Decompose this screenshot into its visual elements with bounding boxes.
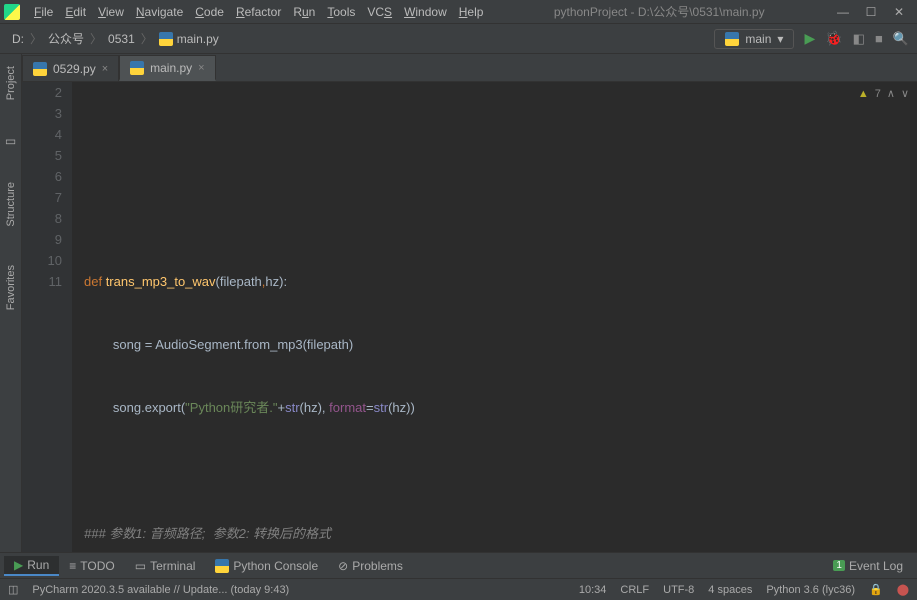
- window-title: pythonProject - D:\公众号\0531\main.py: [489, 3, 829, 20]
- close-icon[interactable]: ✕: [893, 6, 905, 18]
- maximize-icon[interactable]: ☐: [865, 6, 877, 18]
- menu-tools[interactable]: Tools: [321, 3, 361, 21]
- run-config-label: main: [745, 32, 771, 46]
- todo-icon: ≡: [69, 559, 76, 573]
- breadcrumb-part-0[interactable]: 公众号: [44, 28, 88, 49]
- menu-vcs[interactable]: VCS: [361, 3, 398, 21]
- bottom-tab-label: Event Log: [849, 559, 903, 573]
- tab-label: main.py: [150, 61, 192, 75]
- python-file-icon: [725, 32, 739, 46]
- bottom-tab-eventlog[interactable]: 1 Event Log: [823, 557, 913, 575]
- run-icon: ▶: [14, 558, 23, 572]
- bottom-tab-label: TODO: [80, 559, 114, 573]
- tool-window-icon[interactable]: ◫: [8, 583, 18, 596]
- menu-window[interactable]: Window: [398, 3, 453, 21]
- search-icon[interactable]: 🔍: [893, 31, 909, 47]
- statusbar: ◫ PyCharm 2020.3.5 available // Update..…: [0, 578, 917, 600]
- python-icon: [215, 559, 229, 573]
- status-line-sep[interactable]: CRLF: [620, 584, 649, 596]
- status-indent[interactable]: 4 spaces: [708, 584, 752, 596]
- bottom-tab-pyconsole[interactable]: Python Console: [205, 557, 328, 575]
- chevron-down-icon: ▾: [777, 32, 783, 46]
- code-content[interactable]: ▲ 7 ∧ ∨ def trans_mp3_to_wav(filepath,hz…: [72, 82, 917, 552]
- inspection-indicators[interactable]: ▲ 7 ∧ ∨: [858, 84, 909, 105]
- bottom-tab-label: Run: [27, 558, 49, 572]
- menu-refactor[interactable]: Refactor: [230, 3, 287, 21]
- menu-file[interactable]: File: [28, 3, 59, 21]
- titlebar: File Edit View Navigate Code Refactor Ru…: [0, 0, 917, 24]
- bottom-tab-terminal[interactable]: ▭ Terminal: [125, 557, 206, 575]
- code-editor[interactable]: 2 3 4 5 6 7 8 9 10 11 ▲ 7 ∧ ∨: [22, 82, 917, 552]
- menu-run[interactable]: Run: [287, 3, 321, 21]
- status-time: 10:34: [579, 584, 607, 596]
- bottom-tab-label: Python Console: [233, 559, 318, 573]
- tool-project[interactable]: Project: [5, 62, 17, 104]
- prev-highlight-icon[interactable]: ∧: [887, 84, 895, 105]
- terminal-icon: ▭: [135, 559, 146, 573]
- run-button-icon[interactable]: ▶: [804, 30, 815, 47]
- project-icon[interactable]: ▭: [5, 134, 16, 148]
- menu-edit[interactable]: Edit: [59, 3, 92, 21]
- menu-navigate[interactable]: Navigate: [130, 3, 189, 21]
- editor-tab-0529[interactable]: 0529.py ×: [22, 55, 119, 81]
- bottom-tab-run[interactable]: ▶ Run: [4, 556, 59, 576]
- next-highlight-icon[interactable]: ∨: [901, 84, 909, 105]
- python-file-icon: [159, 32, 173, 46]
- close-tab-icon[interactable]: ×: [198, 62, 204, 74]
- close-tab-icon[interactable]: ×: [102, 63, 108, 75]
- breadcrumb-part-2[interactable]: main.py: [155, 30, 223, 48]
- python-file-icon: [33, 62, 47, 76]
- event-count-badge: 1: [833, 560, 845, 571]
- breadcrumb: D: 〉 公众号 〉 0531 〉 main.py: [8, 28, 714, 49]
- bottom-tab-problems[interactable]: ⊘ Problems: [328, 557, 413, 575]
- editor-tab-main[interactable]: main.py ×: [119, 55, 215, 81]
- status-interpreter[interactable]: Python 3.6 (lyc36): [766, 584, 855, 596]
- python-file-icon: [130, 61, 144, 75]
- menu-code[interactable]: Code: [189, 3, 230, 21]
- app-logo-icon: [4, 4, 20, 20]
- bottom-tab-label: Problems: [352, 559, 403, 573]
- navbar: D: 〉 公众号 〉 0531 〉 main.py main ▾ ▶ 🐞 ◧ ■…: [0, 24, 917, 54]
- debug-button-icon[interactable]: 🐞: [825, 30, 842, 47]
- menu-help[interactable]: Help: [453, 3, 490, 21]
- ide-error-icon[interactable]: ⬤: [897, 583, 909, 596]
- tab-label: 0529.py: [53, 62, 96, 76]
- breadcrumb-root[interactable]: D:: [8, 30, 28, 48]
- bottom-tab-label: Terminal: [150, 559, 195, 573]
- tool-favorites[interactable]: Favorites: [5, 261, 17, 314]
- run-config-selector[interactable]: main ▾: [714, 29, 794, 49]
- status-message[interactable]: PyCharm 2020.3.5 available // Update... …: [32, 584, 289, 596]
- left-tool-gutter: Project ▭ Structure Favorites: [0, 54, 22, 552]
- status-encoding[interactable]: UTF-8: [663, 584, 694, 596]
- minimize-icon[interactable]: —: [837, 6, 849, 18]
- line-gutter: 2 3 4 5 6 7 8 9 10 11: [22, 82, 72, 552]
- warning-icon: ▲: [858, 84, 869, 105]
- problems-icon: ⊘: [338, 559, 348, 573]
- bottom-tab-todo[interactable]: ≡ TODO: [59, 557, 124, 575]
- warning-count: 7: [875, 84, 881, 105]
- tool-structure[interactable]: Structure: [5, 178, 17, 231]
- editor-tabs: 0529.py × main.py ×: [22, 54, 917, 82]
- breadcrumb-file-label: main.py: [177, 32, 219, 46]
- lock-icon[interactable]: 🔒: [869, 583, 883, 596]
- bottom-toolbar: ▶ Run ≡ TODO ▭ Terminal Python Console ⊘ Pro…: [0, 552, 917, 578]
- coverage-icon[interactable]: ◧: [853, 31, 865, 47]
- menu-view[interactable]: View: [92, 3, 130, 21]
- breadcrumb-part-1[interactable]: 0531: [104, 30, 139, 48]
- stop-icon[interactable]: ■: [875, 31, 883, 46]
